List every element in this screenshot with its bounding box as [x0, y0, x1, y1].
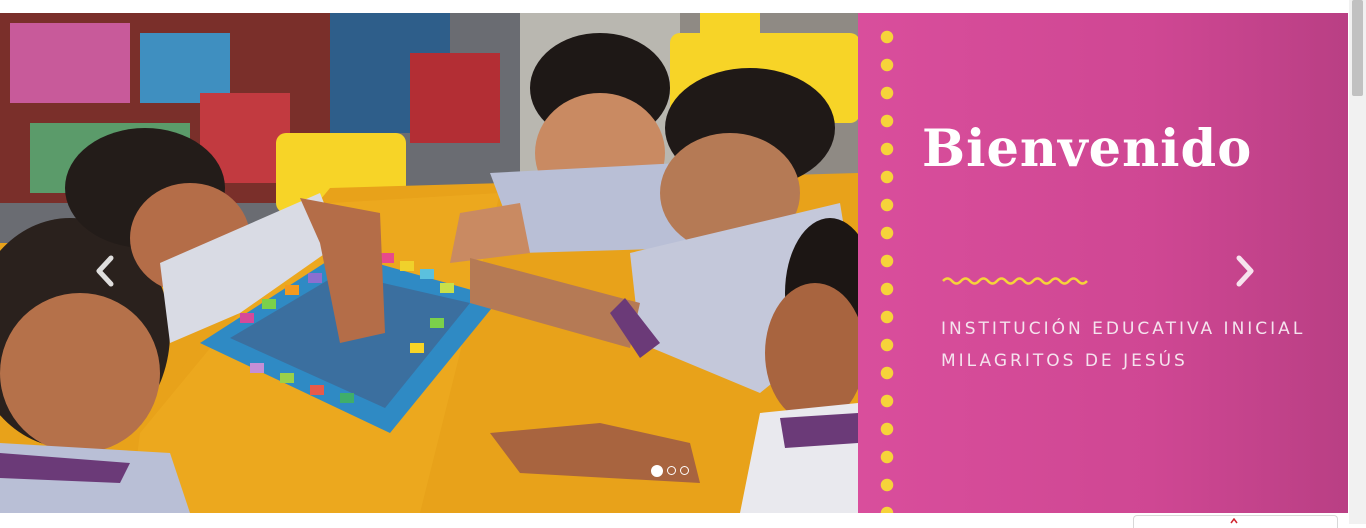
- carousel-next-button[interactable]: [1215, 241, 1275, 301]
- carousel-indicator-3[interactable]: [680, 466, 689, 475]
- dotted-border-decoration: [880, 23, 894, 513]
- carousel-indicators: [651, 464, 689, 477]
- widget-logo-icon: [1230, 518, 1238, 524]
- school-name: INSTITUCIÓN EDUCATIVA INICIAL MILAGRITOS…: [941, 313, 1341, 377]
- scrollbar-thumb[interactable]: [1352, 0, 1363, 96]
- school-name-line-2: MILAGRITOS DE JESÚS: [941, 351, 1188, 371]
- bottom-right-widget[interactable]: [1133, 515, 1338, 528]
- chevron-left-icon: [96, 255, 114, 287]
- chevron-right-icon: [1236, 255, 1254, 287]
- wavy-line-decoration: [942, 277, 1088, 285]
- page-scrollbar[interactable]: [1349, 0, 1366, 524]
- carousel-prev-button[interactable]: [75, 241, 135, 301]
- welcome-heading: Bienvenido: [922, 119, 1253, 179]
- carousel-indicator-2[interactable]: [667, 466, 676, 475]
- school-name-line-1: INSTITUCIÓN EDUCATIVA INICIAL: [941, 319, 1306, 339]
- hero-carousel: Bienvenido INSTITUCIÓN EDUCATIVA INICIAL…: [0, 13, 1348, 513]
- carousel-indicator-1[interactable]: [651, 464, 663, 477]
